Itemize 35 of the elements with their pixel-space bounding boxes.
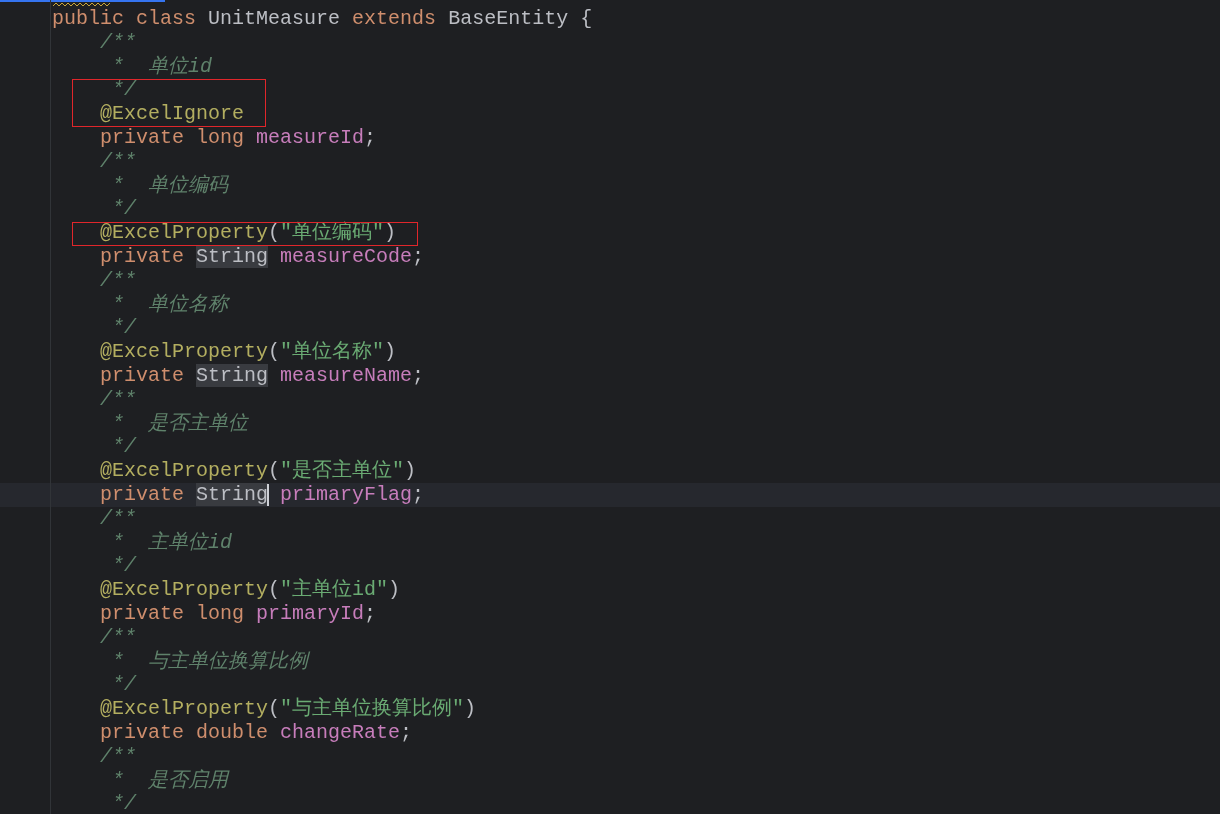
code-line: */ — [112, 316, 136, 340]
code-line: /** — [100, 387, 136, 411]
code-line: */ — [112, 435, 136, 459]
code-line: */ — [112, 792, 136, 814]
code-line: */ — [112, 197, 136, 221]
code-line: * 单位名称 — [112, 292, 228, 316]
code-line: /** — [100, 30, 136, 54]
code-line: private String measureCode; — [100, 244, 425, 268]
code-line: @ExcelProperty("单位编码") — [100, 221, 397, 245]
code-line: @ExcelIgnore — [100, 102, 245, 126]
code-line: private long measureId; — [100, 126, 377, 149]
code-line: /** — [100, 506, 136, 530]
code-line: /** — [100, 625, 136, 649]
code-line: public class UnitMeasure extends BaseEntity { — [52, 7, 593, 30]
code-line: @ExcelProperty("主单位id") — [100, 578, 401, 602]
code-line: @ExcelProperty("是否主单位") — [100, 459, 417, 483]
code-line: @ExcelProperty("单位名称") — [100, 340, 397, 364]
code-line: */ — [112, 78, 136, 102]
code-line: * 单位编码 — [112, 173, 228, 197]
code-line: * 是否主单位 — [112, 411, 248, 435]
code-line: */ — [112, 554, 136, 578]
code-line: @ExcelProperty("与主单位换算比例") — [100, 697, 477, 721]
code-line: /** — [100, 149, 136, 173]
code-line: * 单位id — [112, 54, 212, 78]
code-line: * 是否启用 — [112, 768, 228, 792]
code-line: private String primaryFlag; — [100, 482, 425, 506]
code-line: * 与主单位换算比例 — [112, 649, 308, 673]
code-line: private double changeRate; — [100, 720, 413, 744]
warning-squiggle-icon — [53, 2, 111, 7]
code-line: private long primaryId; — [100, 601, 377, 625]
code-line: */ — [112, 673, 136, 697]
code-line: /** — [100, 268, 136, 292]
code-line: * 主单位id — [112, 530, 232, 554]
code-line: /** — [100, 744, 136, 768]
code-line: private String measureName; — [100, 363, 425, 387]
